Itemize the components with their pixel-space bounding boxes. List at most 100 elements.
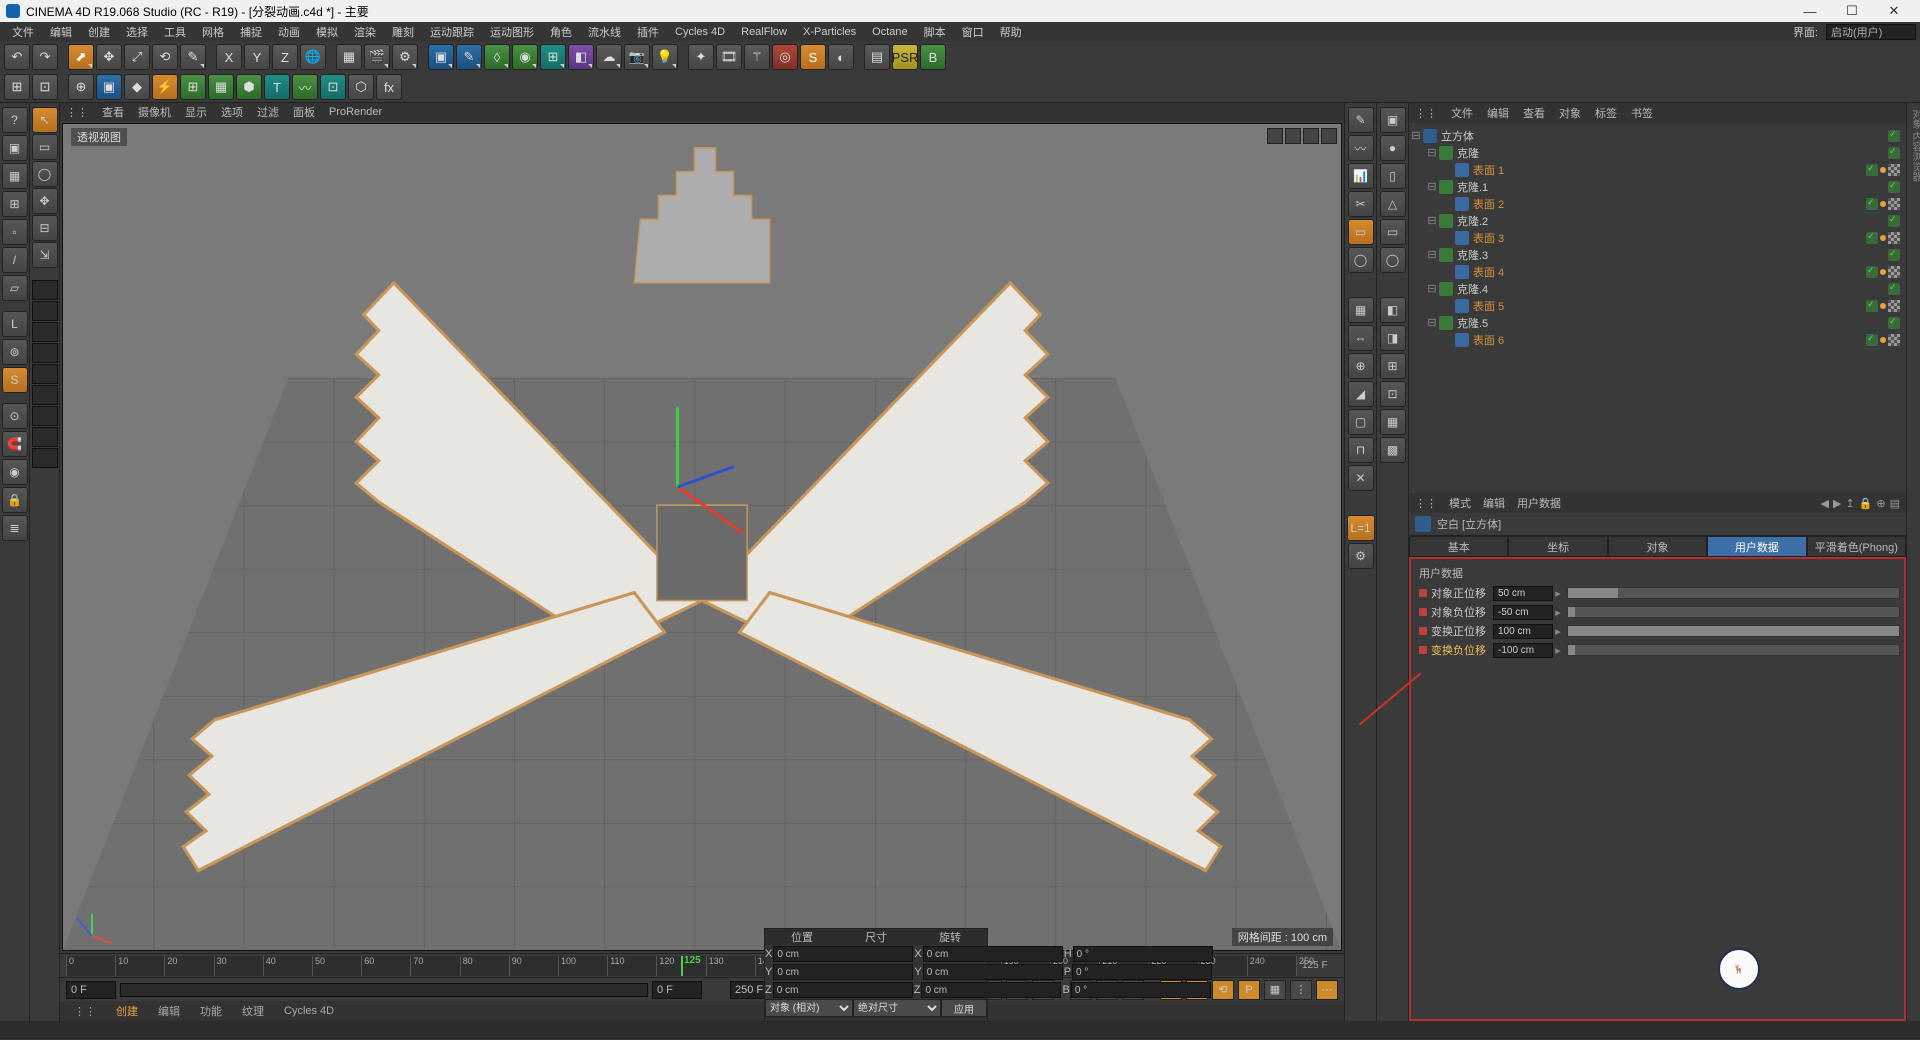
param-slider[interactable] <box>1567 644 1900 656</box>
layout-selector[interactable] <box>1826 24 1916 40</box>
menu-animate[interactable]: 动画 <box>270 24 308 40</box>
menu-simulate[interactable]: 模拟 <box>308 24 346 40</box>
bp-button[interactable]: ▤ <box>864 44 890 70</box>
spinner-icon[interactable]: ▸ <box>1553 625 1563 638</box>
psr-reset-button[interactable]: PSR <box>892 44 918 70</box>
knife-icon[interactable]: ✂ <box>1348 191 1374 217</box>
attr-menu-icon[interactable]: ▤ <box>1890 497 1900 510</box>
tree-row[interactable]: ⊟ 克隆.2 <box>1411 212 1904 229</box>
generator-button[interactable]: ◊ <box>484 44 510 70</box>
attr-tab-basic[interactable]: 基本 <box>1409 536 1508 557</box>
tree-row[interactable]: 表面 5 <box>1411 297 1904 314</box>
xp-system-button[interactable]: ✦ <box>688 44 714 70</box>
keyframe-dot-icon[interactable] <box>1419 608 1427 616</box>
param-value-field[interactable] <box>1493 586 1553 601</box>
rotate-tool-button[interactable]: ⟲ <box>152 44 178 70</box>
render-view-button[interactable]: ▦ <box>336 44 362 70</box>
uv-icon[interactable]: ▦ <box>1348 297 1374 323</box>
spinner-icon[interactable]: ▸ <box>1553 587 1563 600</box>
loop-icon[interactable]: ◯ <box>1348 247 1374 273</box>
tree-row[interactable]: ⊟ 克隆.4 <box>1411 280 1904 297</box>
window-maximize-button[interactable]: ☐ <box>1832 1 1872 21</box>
vp-menu-prorender[interactable]: ProRender <box>329 106 382 118</box>
arrow-tool-icon[interactable]: ↖ <box>32 107 58 133</box>
vp-menu-options[interactable]: 选项 <box>221 104 243 120</box>
gizmo-y-axis-icon[interactable] <box>676 407 679 487</box>
mat-tab-texture[interactable]: 纹理 <box>234 1003 272 1019</box>
deform4-icon[interactable]: ⊡ <box>1380 381 1406 407</box>
coord-rot-X[interactable] <box>1073 946 1213 962</box>
range-slider[interactable] <box>120 983 648 997</box>
mat-tab-edit[interactable]: 编辑 <box>150 1003 188 1019</box>
soft-select-button[interactable]: ◉ <box>2 459 28 485</box>
poly-mode-button[interactable]: ▱ <box>2 275 28 301</box>
coord-pos-X[interactable] <box>773 946 913 962</box>
cube-button[interactable]: ▣ <box>96 74 122 100</box>
texture-mode-button[interactable]: ▦ <box>2 163 28 189</box>
texture-swatch[interactable] <box>32 448 58 468</box>
menu-file[interactable]: 文件 <box>4 24 42 40</box>
param-value-field[interactable] <box>1493 605 1553 620</box>
mat-tab-create[interactable]: 创建 <box>108 1003 146 1019</box>
texture-swatch[interactable] <box>32 364 58 384</box>
array-button[interactable]: ⊞ <box>540 44 566 70</box>
split-icon[interactable]: ⊟ <box>32 215 58 241</box>
attr-new-icon[interactable]: ⊕ <box>1876 497 1885 510</box>
keyframe-dot-icon[interactable] <box>1419 627 1427 635</box>
attr-nav-back-icon[interactable]: ◀ <box>1821 497 1829 510</box>
axis-mode-button[interactable]: L <box>2 311 28 337</box>
coord-size-select[interactable]: 绝对尺寸 <box>853 999 941 1017</box>
snap-toggle-button[interactable]: ⊙ <box>2 403 28 429</box>
key-pla-button[interactable]: ▦ <box>1264 980 1286 1000</box>
viewport-solo-button[interactable]: S <box>2 367 28 393</box>
vp-dots-icon[interactable]: ⋮⋮ <box>66 106 88 119</box>
texture-swatch[interactable] <box>32 427 58 447</box>
texture-swatch[interactable] <box>32 385 58 405</box>
fracture-button[interactable]: ⬢ <box>236 74 262 100</box>
cloner-button[interactable]: ⊞ <box>180 74 206 100</box>
coord-pos-Z[interactable] <box>773 982 913 998</box>
plane-icon[interactable]: ▭ <box>1380 219 1406 245</box>
tree-row[interactable]: 表面 2 <box>1411 195 1904 212</box>
texture-swatch[interactable] <box>32 301 58 321</box>
om-menu-view[interactable]: 查看 <box>1523 105 1545 121</box>
menu-tracker[interactable]: 运动跟踪 <box>422 24 482 40</box>
select-mode-icon[interactable]: ▭ <box>1348 219 1374 245</box>
om-menu-object[interactable]: 对象 <box>1559 105 1581 121</box>
coord-mode-select[interactable]: 对象 (相对) <box>765 999 853 1017</box>
point-mode-button[interactable]: ▫ <box>2 219 28 245</box>
deformer-button[interactable]: ◧ <box>568 44 594 70</box>
vp-menu-camera[interactable]: 摄像机 <box>138 104 171 120</box>
attr-up-icon[interactable]: ↥ <box>1845 497 1854 510</box>
coord-pos-Y[interactable] <box>773 964 913 980</box>
attr-menu-edit[interactable]: 编辑 <box>1483 495 1505 511</box>
menu-edit[interactable]: 编辑 <box>42 24 80 40</box>
weld-icon[interactable]: ⊕ <box>1348 353 1374 379</box>
key-param-button[interactable]: P <box>1238 980 1260 1000</box>
lock-button[interactable]: 🔒 <box>2 487 28 513</box>
help-mode-icon[interactable]: ? <box>2 107 28 133</box>
primitive-cube-button[interactable]: ▣ <box>428 44 454 70</box>
text-button[interactable]: T <box>264 74 290 100</box>
tree-row[interactable]: 表面 1 <box>1411 161 1904 178</box>
workplane-button[interactable]: ⊞ <box>2 191 28 217</box>
substance-button[interactable]: S <box>800 44 826 70</box>
om-menu-file[interactable]: 文件 <box>1451 105 1473 121</box>
mat-tab-function[interactable]: 功能 <box>192 1003 230 1019</box>
tree-row[interactable]: 表面 4 <box>1411 263 1904 280</box>
render-pv-button[interactable]: 🎬 <box>364 44 390 70</box>
menu-render[interactable]: 渲染 <box>346 24 384 40</box>
attr-menu-userdata[interactable]: 用户数据 <box>1517 495 1561 511</box>
edge-mode-button[interactable]: / <box>2 247 28 273</box>
menu-cycles4d[interactable]: Cycles 4D <box>667 26 733 38</box>
om-menu-tags[interactable]: 标签 <box>1595 105 1617 121</box>
tree-row[interactable]: ⊟ 克隆.3 <box>1411 246 1904 263</box>
attr-tab-object[interactable]: 对象 <box>1608 536 1707 557</box>
mat-tab-cycles[interactable]: Cycles 4D <box>276 1005 342 1017</box>
cube-prim-icon[interactable]: ▣ <box>1380 107 1406 133</box>
bevel-icon[interactable]: ◢ <box>1348 381 1374 407</box>
gear-settings-icon[interactable]: ⚙ <box>1348 543 1374 569</box>
attr-menu-mode[interactable]: 模式 <box>1449 495 1471 511</box>
texture-swatch[interactable] <box>32 406 58 426</box>
object-manager-tree[interactable]: ⊟ 立方体 ⊟ 克隆 表面 1 ⊟ 克隆.1 表面 2 <box>1409 123 1906 493</box>
